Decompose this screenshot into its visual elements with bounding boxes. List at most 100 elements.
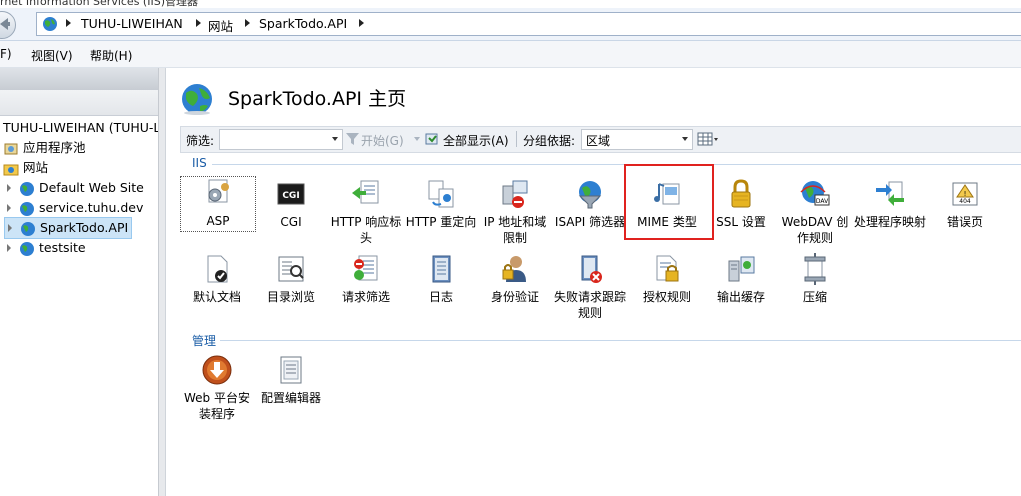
feature-configuration-editor[interactable]: 配置编辑器 <box>254 354 328 406</box>
feature-asp[interactable]: ASP <box>180 176 256 232</box>
lock-icon <box>725 178 757 210</box>
isapi-filter-icon <box>574 178 606 210</box>
connections-header <box>0 68 158 90</box>
tree-app-pools-label: 应用程序池 <box>22 140 86 155</box>
expand-icon[interactable] <box>7 244 11 252</box>
feature-label: IP 地址和域限制 <box>483 215 547 245</box>
redirect-icon <box>425 178 457 210</box>
tree-site-sparktodo[interactable]: SparkTodo.API <box>4 217 132 239</box>
request-filtering-icon <box>350 253 382 285</box>
menu-view[interactable]: 视图(V) <box>31 47 73 64</box>
feature-default-document[interactable]: 默认文档 <box>180 253 254 305</box>
group-by-select[interactable]: 区域 <box>581 129 693 150</box>
feature-label: ISAPI 筛选器 <box>554 215 626 229</box>
feature-authorization-rules[interactable]: 授权规则 <box>630 253 704 305</box>
feature-error-pages[interactable]: ! 404 错误页 <box>928 178 1002 230</box>
expand-icon[interactable] <box>7 184 11 192</box>
breadcrumb-server[interactable]: TUHU-LIWEIHAN <box>81 16 183 31</box>
expand-icon[interactable] <box>7 204 11 212</box>
tree-server-node[interactable]: TUHU-LIWEIHAN (TUHU-LI <box>3 120 164 136</box>
feature-label: 请求筛选 <box>341 290 390 304</box>
feature-label: 失败请求跟踪规则 <box>553 290 626 320</box>
feature-label: 配置编辑器 <box>260 391 321 405</box>
tree-site-label: service.tuhu.dev <box>38 200 144 215</box>
tree-server-label: TUHU-LIWEIHAN (TUHU-LI <box>3 120 165 135</box>
breadcrumb-sites[interactable]: 网站 <box>208 16 233 35</box>
feature-authentication[interactable]: 身份验证 <box>478 253 552 305</box>
start-button[interactable]: 开始(G) <box>361 132 404 149</box>
breadcrumb-site[interactable]: SparkTodo.API <box>259 16 347 31</box>
feature-compression[interactable]: 压缩 <box>778 253 852 305</box>
user-lock-icon <box>499 253 531 285</box>
navigation-bar: TUHU-LIWEIHAN 网站 SparkTodo.API <box>0 8 1021 41</box>
connections-panel: TUHU-LIWEIHAN (TUHU-LI 应用程序池 网站 Default … <box>0 68 164 496</box>
chevron-down-icon <box>682 137 688 141</box>
menu-help[interactable]: 帮助(H) <box>90 47 132 64</box>
feature-cgi[interactable]: CGI CGI <box>254 178 328 230</box>
features-panel: SparkTodo.API 主页 筛选: 开始(G) 全部显示(A) 分组依据:… <box>165 68 1021 496</box>
back-button[interactable] <box>0 11 16 39</box>
default-document-icon <box>201 253 233 285</box>
configuration-editor-icon <box>275 354 307 386</box>
menu-file[interactable]: F) <box>0 47 12 61</box>
tree-site-default[interactable]: Default Web Site <box>4 178 144 198</box>
feature-http-response-headers[interactable]: HTTP 响应标头 <box>329 178 403 246</box>
section-manage-label: 管理 <box>192 334 217 348</box>
site-globe-icon <box>182 84 212 115</box>
feature-ssl-settings[interactable]: SSL 设置 <box>704 178 778 230</box>
feature-logging[interactable]: 日志 <box>404 253 478 305</box>
error-page-icon: ! 404 <box>949 178 981 210</box>
svg-text:!: ! <box>964 190 967 198</box>
feature-label: 默认文档 <box>192 290 241 304</box>
feature-directory-browsing[interactable]: 目录浏览 <box>254 253 328 305</box>
svg-text:404: 404 <box>959 198 971 205</box>
tree-site-service[interactable]: service.tuhu.dev <box>4 198 143 218</box>
authorization-rules-icon <box>651 253 683 285</box>
feature-request-filtering[interactable]: 请求筛选 <box>329 253 403 305</box>
feature-label: 授权规则 <box>642 290 691 304</box>
feature-label: HTTP 重定向 <box>405 215 477 229</box>
show-all-button[interactable]: 全部显示(A) <box>443 132 509 149</box>
feature-ip-restrictions[interactable]: IP 地址和域限制 <box>478 178 552 246</box>
address-bar[interactable]: TUHU-LIWEIHAN 网站 SparkTodo.API <box>36 12 1021 36</box>
breadcrumb-separator <box>359 19 364 27</box>
section-divider <box>220 340 1021 341</box>
feature-label: 输出缓存 <box>716 290 765 304</box>
toolbar-divider <box>516 131 517 147</box>
menu-bar: F) 视图(V) 帮助(H) <box>0 41 1021 68</box>
feature-handler-mappings[interactable]: 处理程序映射 <box>853 178 927 230</box>
tree-app-pools[interactable]: 应用程序池 <box>3 138 86 158</box>
feature-output-caching[interactable]: 输出缓存 <box>704 253 778 305</box>
site-globe-icon <box>20 181 34 196</box>
feature-isapi-filters[interactable]: ISAPI 筛选器 <box>553 178 627 230</box>
feature-label: 身份验证 <box>490 290 539 304</box>
tree-site-label: SparkTodo.API <box>39 220 129 235</box>
chevron-down-icon <box>332 137 338 141</box>
expand-icon[interactable] <box>8 224 12 232</box>
section-iis-label: IIS <box>192 156 207 170</box>
group-by-label: 分组依据: <box>523 134 576 148</box>
connections-toolbar <box>0 90 158 116</box>
feature-failed-request-tracing[interactable]: 失败请求跟踪规则 <box>553 253 627 321</box>
tree-site-testsite[interactable]: testsite <box>4 238 86 258</box>
breadcrumb-separator <box>245 19 250 27</box>
window-title-bar: rnet Information Services (IIS)管理器 <box>0 0 1021 8</box>
svg-text:CGI: CGI <box>282 191 299 201</box>
view-mode-icon[interactable] <box>697 132 719 146</box>
feature-label: 目录浏览 <box>266 290 315 304</box>
feature-webdav-authoring-rules[interactable]: DAV WebDAV 创作规则 <box>778 178 852 246</box>
mime-types-highlight-box <box>624 164 714 240</box>
failed-request-icon <box>574 253 606 285</box>
filter-toolbar: 筛选: 开始(G) 全部显示(A) 分组依据: 区域 <box>180 126 1021 153</box>
back-arrow-icon <box>0 18 10 30</box>
app-pool-icon <box>4 143 18 154</box>
tree-sites[interactable]: 网站 <box>3 158 48 178</box>
asp-icon <box>202 177 234 209</box>
feature-label: 压缩 <box>802 290 827 304</box>
filter-input[interactable] <box>219 129 343 150</box>
webdav-icon: DAV <box>799 178 831 210</box>
panel-splitter[interactable] <box>158 68 165 496</box>
feature-http-redirect[interactable]: HTTP 重定向 <box>404 178 478 230</box>
feature-label: Web 平台安装程序 <box>184 391 250 421</box>
feature-web-platform-installer[interactable]: Web 平台安装程序 <box>180 354 254 422</box>
